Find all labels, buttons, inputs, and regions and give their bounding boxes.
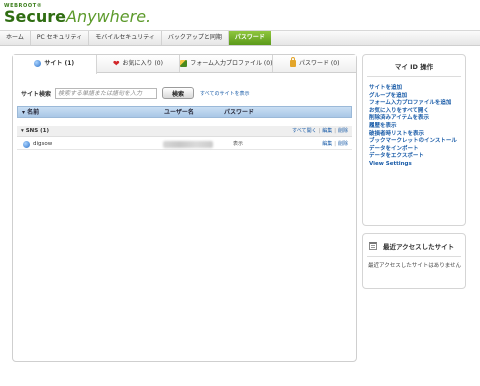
site-search-label: サイト検索 [21,90,52,98]
lock-icon [290,57,296,67]
webroot-logo: WEBROOT® SecureAnywhere. [4,3,151,25]
heart-icon: ❤ [112,59,120,68]
nav-passwords[interactable]: パスワード [228,31,271,45]
my-id-actions-panel: マイ ID 操作 サイトを追加 グループを追加 フォーム入力プロファイルを追加 … [362,54,466,226]
group-label: ▾ SNS (1) [21,128,49,134]
open-all-link[interactable]: すべて開く [292,128,316,134]
logo-product-name: SecureAnywhere. [4,7,152,26]
show-deleted-items-link[interactable]: 削除済みアイテムを表示 [369,115,463,123]
nav-pc-security[interactable]: PC セキュリティ [31,31,90,45]
group-edit-link[interactable]: 編集 [322,128,332,134]
globe-icon [34,60,42,67]
row-edit-link[interactable]: 編集 [322,141,332,147]
tab-bar: サイト (1) ❤ お気に入り (0) フォーム入力プロファイル (0) パスワー… [13,55,357,74]
tab-sites[interactable]: サイト (1) [13,55,97,74]
show-all-sites-link[interactable]: すべてのサイトを表示 [200,90,249,97]
divider [367,76,461,77]
show-history-link[interactable]: 履歴を表示 [369,123,463,131]
my-id-actions-title: マイ ID 操作 [394,63,434,71]
group-row-sns[interactable]: ▾ SNS (1) すべて開く | 編集 | 削除 [17,126,352,137]
pen-icon [180,60,188,67]
row-actions: 編集 | 削除 [322,141,348,147]
view-settings-link[interactable]: View Settings [369,161,463,169]
tab-passwords[interactable]: パスワード (0) [273,55,357,72]
site-search-input[interactable] [55,87,158,99]
column-password[interactable]: パスワード [224,107,254,118]
column-name[interactable]: ▾ 名前 [22,107,39,118]
add-form-profile-link[interactable]: フォーム入力プロファイルを追加 [369,100,463,108]
export-data-link[interactable]: データをエクスポート [369,153,463,161]
divider [367,256,461,257]
nav-backup-sync[interactable]: バックアップと同期 [162,31,229,45]
group-actions: すべて開く | 編集 | 削除 [292,128,348,134]
column-username[interactable]: ユーザー名 [164,107,194,118]
calendar-icon [369,242,377,250]
recent-sites-empty-text: 最近アクセスしたサイトはありません [368,263,462,269]
tab-favorites[interactable]: ❤ お気に入り (0) [96,55,181,72]
my-id-actions-list: サイトを追加 グループを追加 フォーム入力プロファイルを追加 お気に入りをすべて… [369,85,463,169]
search-button[interactable]: 検索 [162,87,195,99]
row-delete-link[interactable]: 削除 [338,141,348,147]
site-name[interactable]: digsow [23,139,52,150]
username-redacted [163,141,213,148]
recent-sites-title: 最近アクセスしたサイト [369,241,454,251]
table-row[interactable]: digsow 表示 編集 | 削除 [17,139,352,150]
group-delete-link[interactable]: 削除 [338,128,348,134]
add-site-link[interactable]: サイトを追加 [369,85,463,93]
main-nav: ホーム PC セキュリティ モバイルセキュリティ バックアップと同期 パスワード [0,30,480,46]
nav-mobile-security[interactable]: モバイルセキュリティ [89,31,162,45]
install-bookmarklet-link[interactable]: ブックマークレットのインストール [369,138,463,146]
show-password-link[interactable]: 表示 [233,139,243,150]
site-search-row: サイト検索 検索 すべてのサイトを表示 [21,87,249,99]
tab-form-fill-profiles[interactable]: フォーム入力プロファイル (0) [180,55,274,72]
nav-home[interactable]: ホーム [0,31,31,45]
password-manager-panel: サイト (1) ❤ お気に入り (0) フォーム入力プロファイル (0) パスワー… [12,54,357,362]
recent-sites-panel: 最近アクセスしたサイト 最近アクセスしたサイトはありません [362,233,466,289]
globe-icon [23,141,30,148]
sites-table-header: ▾ 名前 ユーザー名 パスワード [17,106,352,118]
